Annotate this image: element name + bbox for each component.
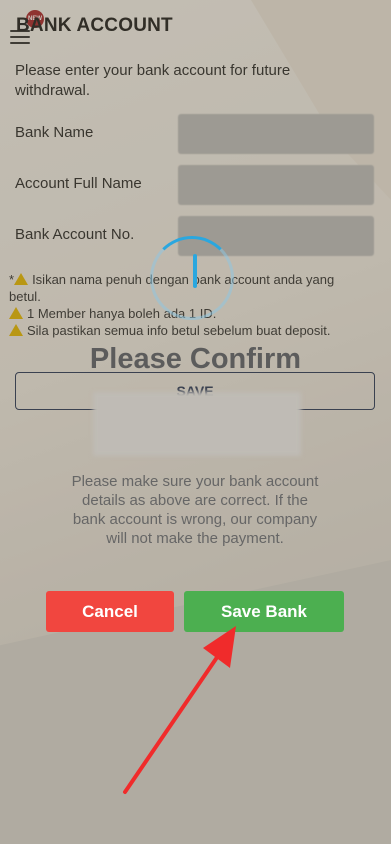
annotation-arrow-icon	[123, 626, 236, 794]
